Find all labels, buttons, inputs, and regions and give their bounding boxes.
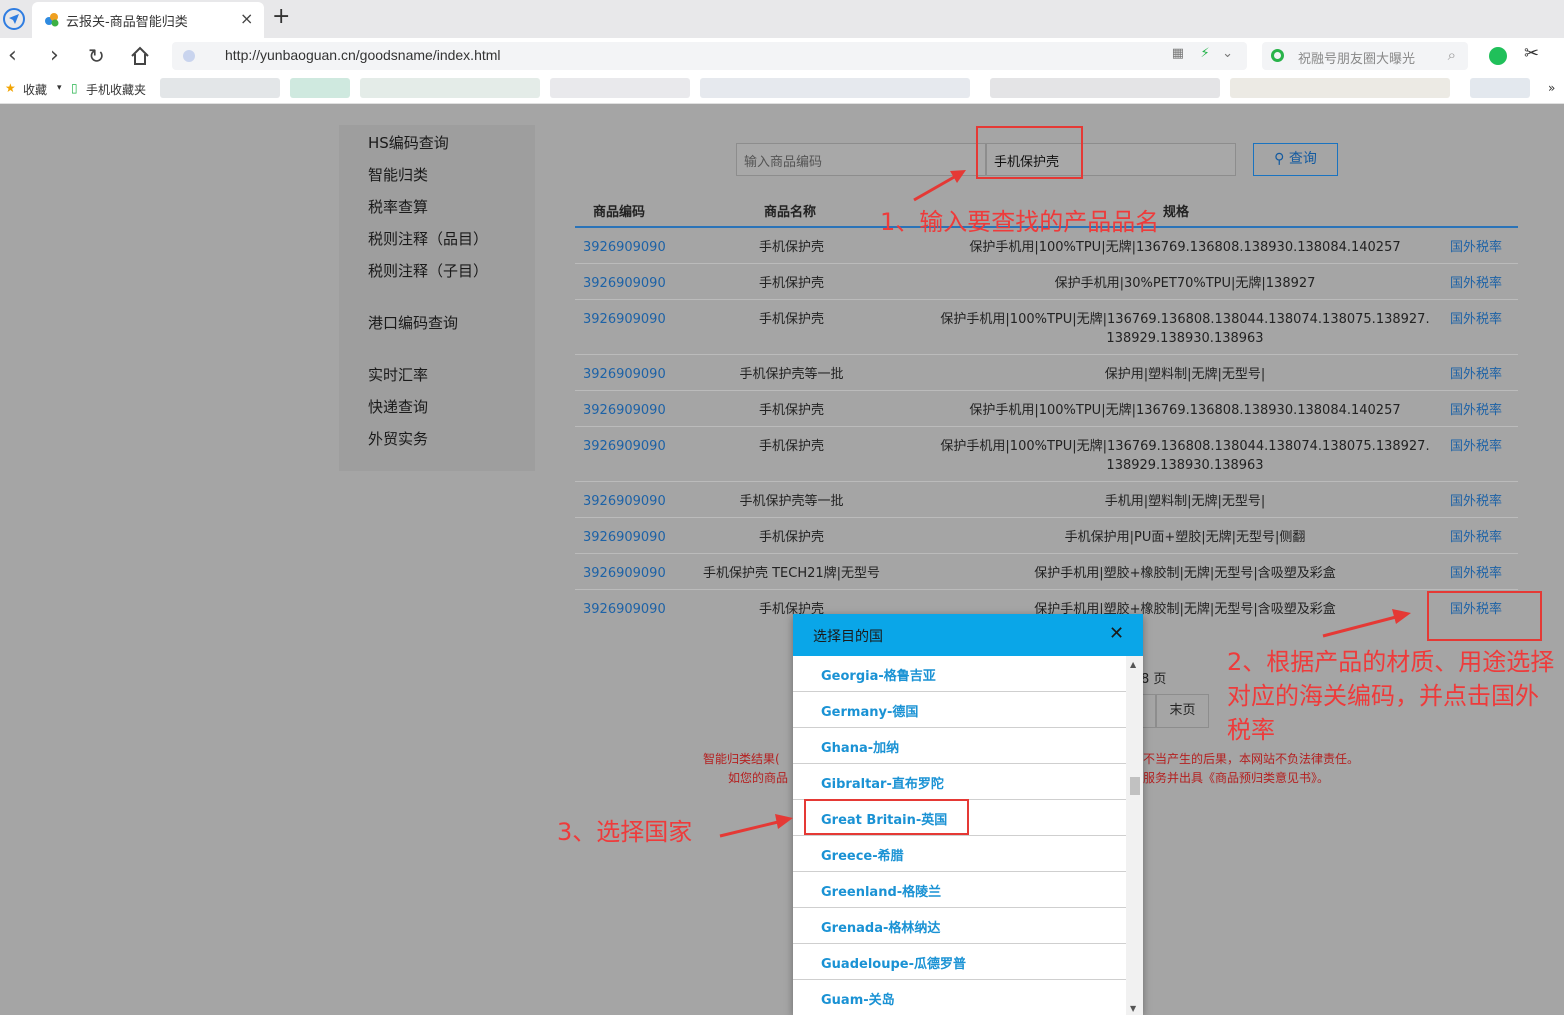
arrow-step1 — [913, 170, 966, 202]
arrow-step3 — [719, 814, 793, 838]
arrow-step2 — [1322, 609, 1411, 638]
annotation-arrows — [719, 170, 1411, 838]
